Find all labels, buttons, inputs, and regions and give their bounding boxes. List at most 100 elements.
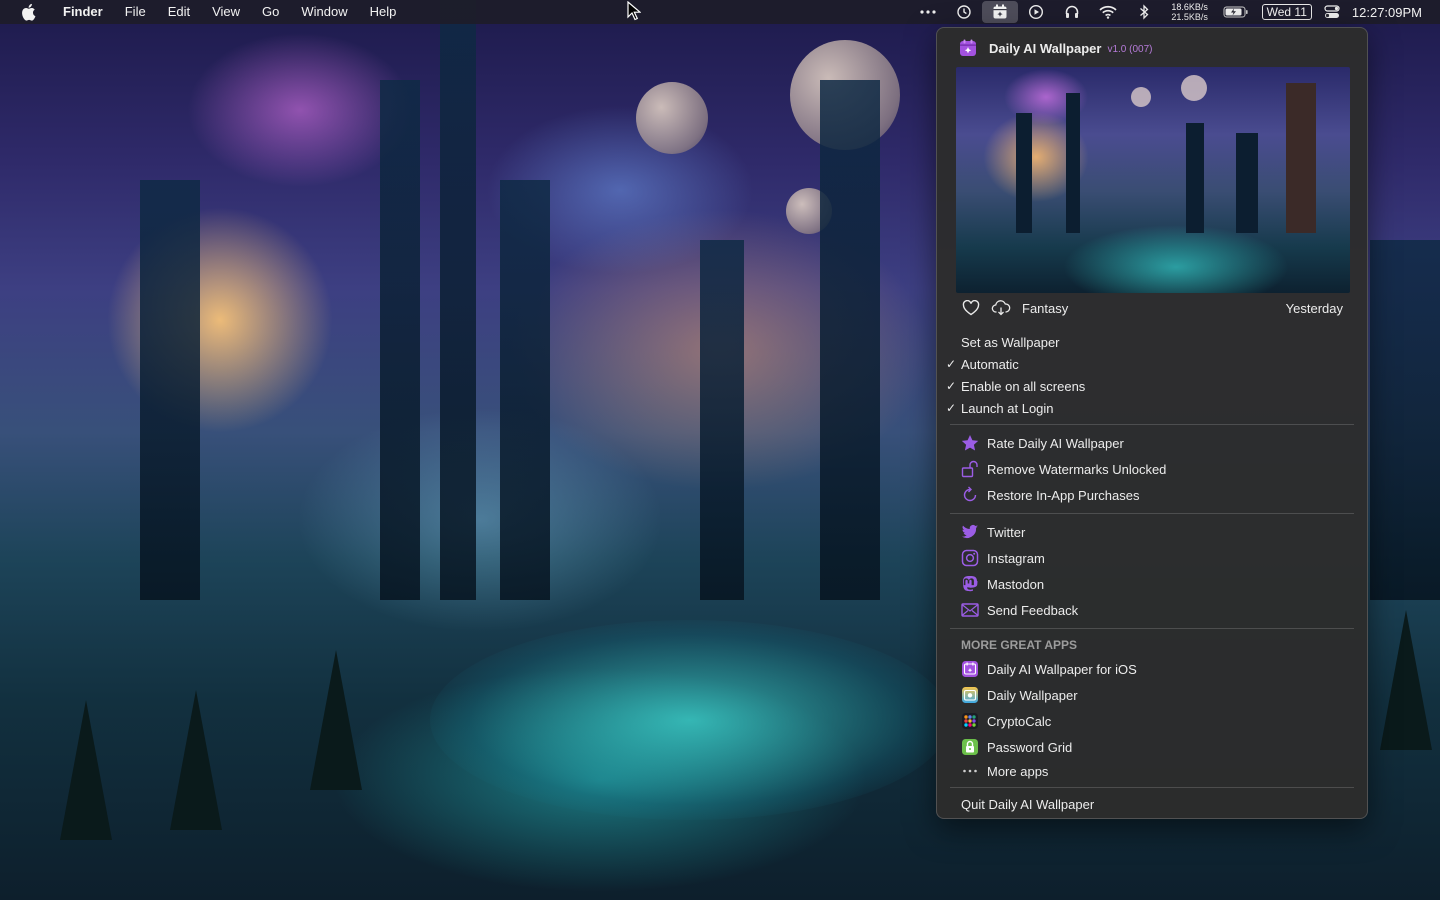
preview-meta-row: Fantasy Yesterday	[961, 298, 1345, 318]
wallpaper-spire	[700, 240, 744, 600]
mastodon-icon	[961, 575, 979, 593]
rate-app-item[interactable]: Rate Daily AI Wallpaper	[937, 432, 1367, 454]
enable-all-screens-label: Enable on all screens	[961, 378, 1086, 394]
mouse-cursor-icon	[627, 1, 641, 21]
cloud-download-icon[interactable]	[991, 298, 1011, 318]
wallpaper-river	[430, 620, 950, 820]
popover-title: Daily AI Wallpaper	[989, 40, 1102, 56]
unlock-icon	[961, 460, 979, 478]
control-center-icon[interactable]	[1320, 0, 1344, 24]
checkmark-icon: ✓	[945, 357, 957, 371]
twitter-label: Twitter	[987, 524, 1026, 540]
cryptocalc-item[interactable]: CryptoCalc	[937, 710, 1367, 732]
set-as-wallpaper-label: Set as Wallpaper	[961, 334, 1060, 350]
bluetooth-icon[interactable]	[1126, 0, 1162, 24]
menu-separator	[950, 787, 1354, 788]
checkmark-icon: ✓	[945, 401, 957, 415]
automatic-item[interactable]: ✓ Automatic	[937, 353, 1367, 375]
menu-separator	[950, 628, 1354, 629]
send-feedback-item[interactable]: Send Feedback	[937, 599, 1367, 621]
heart-icon[interactable]	[961, 298, 981, 318]
preview-spire	[1236, 133, 1258, 233]
restore-arrow-icon	[961, 486, 979, 504]
more-apps-heading: MORE GREAT APPS	[961, 638, 1078, 652]
wallpaper-preview[interactable]	[956, 67, 1350, 293]
apple-menu-icon[interactable]	[18, 3, 38, 21]
clock[interactable]: 12:27:09PM	[1352, 5, 1422, 20]
daily-ai-ios-label: Daily AI Wallpaper for iOS	[987, 661, 1137, 677]
daily-wallpaper-app-icon	[961, 686, 979, 704]
quit-item[interactable]: Quit Daily AI Wallpaper	[937, 793, 1367, 815]
star-icon	[961, 434, 979, 452]
menu-help[interactable]: Help	[359, 0, 408, 24]
wallpaper-category: Fantasy	[1022, 300, 1069, 316]
wallpaper-spire	[820, 80, 880, 600]
menu-bar: Finder File Edit View Go Window Help 18.	[0, 0, 1440, 24]
envelope-icon	[961, 601, 979, 619]
preview-spire	[1016, 113, 1032, 233]
menu-separator	[950, 424, 1354, 425]
instagram-item[interactable]: Instagram	[937, 547, 1367, 569]
wallpaper-tree	[1380, 610, 1432, 750]
mastodon-label: Mastodon	[987, 576, 1045, 592]
more-apps-item[interactable]: More apps	[937, 760, 1367, 782]
net-down: 21.5KB/s	[1171, 12, 1208, 22]
wallpaper-tree	[170, 690, 222, 830]
daily-ai-ios-item[interactable]: Daily AI Wallpaper for iOS	[937, 658, 1367, 680]
menu-separator	[950, 513, 1354, 514]
twitter-item[interactable]: Twitter	[937, 521, 1367, 543]
preview-spire	[1286, 83, 1316, 233]
menu-file[interactable]: File	[114, 0, 157, 24]
headphones-icon[interactable]	[1054, 0, 1090, 24]
menu-go[interactable]: Go	[251, 0, 290, 24]
checkmark-icon: ✓	[945, 379, 957, 393]
remove-watermarks-item[interactable]: Remove Watermarks Unlocked	[937, 458, 1367, 480]
launch-at-login-label: Launch at Login	[961, 400, 1054, 416]
more-apps-label: More apps	[987, 763, 1049, 779]
password-grid-item[interactable]: Password Grid	[937, 736, 1367, 758]
send-feedback-label: Send Feedback	[987, 602, 1079, 618]
network-speed: 18.6KB/s 21.5KB/s	[1162, 2, 1218, 22]
ellipsis-icon	[961, 762, 979, 780]
remove-watermarks-label: Remove Watermarks Unlocked	[987, 461, 1167, 477]
daily-wallpaper-label: Daily Wallpaper	[987, 687, 1078, 703]
date-display[interactable]: Wed 11	[1261, 4, 1312, 20]
popover-header: Daily AI Wallpaper v1.0 (007)	[959, 39, 1153, 57]
wallpaper-spire	[380, 80, 420, 600]
twitter-icon	[961, 523, 979, 541]
daily-ai-wallpaper-icon[interactable]	[981, 1, 1018, 23]
time-machine-icon[interactable]	[946, 0, 982, 24]
menu-view[interactable]: View	[201, 0, 251, 24]
password-grid-app-icon	[961, 738, 979, 756]
enable-all-screens-item[interactable]: ✓ Enable on all screens	[937, 375, 1367, 397]
battery-icon[interactable]	[1218, 0, 1254, 24]
app-logo-icon	[960, 39, 976, 56]
play-icon[interactable]	[1018, 0, 1054, 24]
preview-spire	[1066, 93, 1080, 233]
restore-purchases-item[interactable]: Restore In-App Purchases	[937, 484, 1367, 506]
automatic-label: Automatic	[961, 356, 1019, 372]
wallpaper-date: Yesterday	[1285, 300, 1343, 316]
daily-wallpaper-item[interactable]: Daily Wallpaper	[937, 684, 1367, 706]
cryptocalc-label: CryptoCalc	[987, 713, 1052, 729]
preview-moon	[1181, 75, 1207, 101]
cryptocalc-app-icon	[961, 712, 979, 730]
menu-edit[interactable]: Edit	[157, 0, 201, 24]
mastodon-item[interactable]: Mastodon	[937, 573, 1367, 595]
wifi-icon[interactable]	[1090, 0, 1126, 24]
wallpaper-tree	[60, 700, 112, 840]
launch-at-login-item[interactable]: ✓ Launch at Login	[937, 397, 1367, 419]
wallpaper-spire	[140, 180, 200, 600]
more-dots-icon[interactable]	[910, 0, 946, 24]
daily-ai-wallpaper-ios-icon	[961, 660, 979, 678]
daily-ai-wallpaper-menu: Daily AI Wallpaper v1.0 (007) Fantasy Ye…	[936, 27, 1368, 819]
menu-window[interactable]: Window	[290, 0, 358, 24]
wallpaper-tree	[310, 650, 362, 790]
set-as-wallpaper-item[interactable]: Set as Wallpaper	[937, 331, 1367, 353]
wallpaper-spire	[500, 180, 550, 600]
instagram-icon	[961, 549, 979, 567]
menu-app-name[interactable]: Finder	[52, 0, 114, 24]
wallpaper-spire	[1370, 240, 1440, 600]
net-up: 18.6KB/s	[1171, 2, 1208, 12]
quit-label: Quit Daily AI Wallpaper	[961, 796, 1095, 812]
